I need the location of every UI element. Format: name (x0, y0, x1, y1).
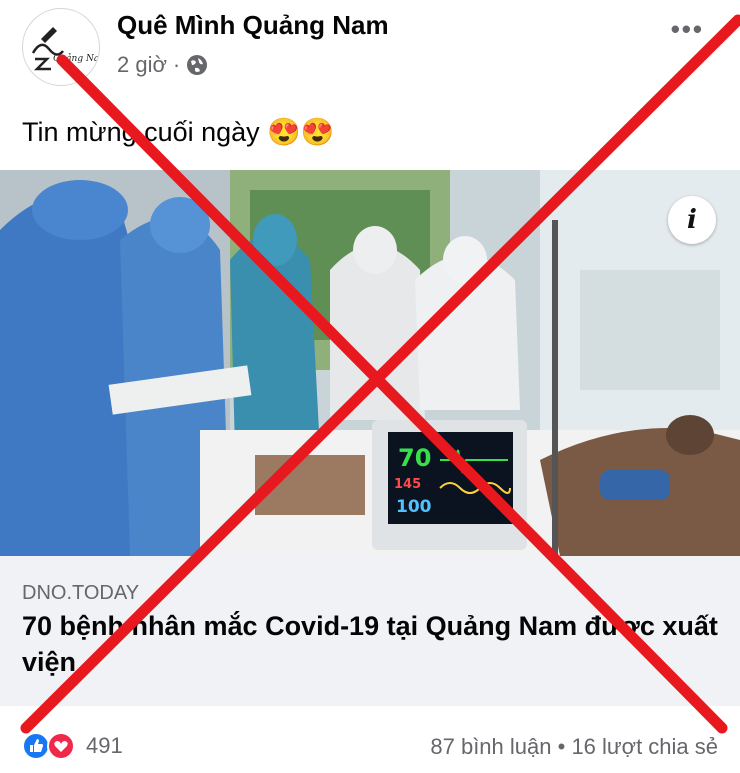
meta-separator: · (172, 52, 181, 77)
hospital-photo: 70 145 100 (0, 170, 740, 556)
reactions-summary[interactable]: 491 (22, 732, 123, 760)
link-image[interactable]: 70 145 100 i (0, 170, 740, 556)
page-name[interactable]: Quê Mình Quảng Nam (117, 10, 389, 41)
link-preview[interactable]: DNO.TODAY 70 bệnh nhân mắc Covid-19 tại … (0, 556, 740, 706)
page-avatar[interactable]: Quảng Nam (22, 8, 100, 86)
comment-count[interactable]: 87 bình luận (430, 734, 551, 759)
link-domain: DNO.TODAY (22, 582, 140, 604)
monitor-bp: 145 (394, 477, 421, 492)
stats-dot: • (557, 734, 566, 759)
engagement-stats: 87 bình luận • 16 lượt chia sẻ (430, 734, 718, 760)
logo-text: Quảng Nam (53, 53, 100, 64)
post-meta: 2 giờ · (117, 52, 208, 78)
monitor-spo2: 100 (396, 497, 432, 517)
facebook-post: Quảng Nam Quê Mình Quảng Nam 2 giờ · •••… (0, 0, 740, 773)
monitor-heart-rate: 70 (398, 444, 431, 472)
page-logo: Quảng Nam (31, 27, 100, 71)
globe-icon (187, 55, 208, 75)
post-text: Tin mừng cuối ngày 😍😍 (22, 117, 335, 147)
reaction-count: 491 (86, 733, 123, 758)
more-options-icon[interactable]: ••• (671, 14, 704, 45)
post-time[interactable]: 2 giờ (117, 52, 167, 78)
info-button[interactable]: i (668, 196, 716, 244)
link-headline[interactable]: 70 bệnh nhân mắc Covid-19 tại Quảng Nam … (22, 608, 722, 680)
love-icon (47, 732, 75, 760)
share-count[interactable]: 16 lượt chia sẻ (571, 734, 718, 759)
